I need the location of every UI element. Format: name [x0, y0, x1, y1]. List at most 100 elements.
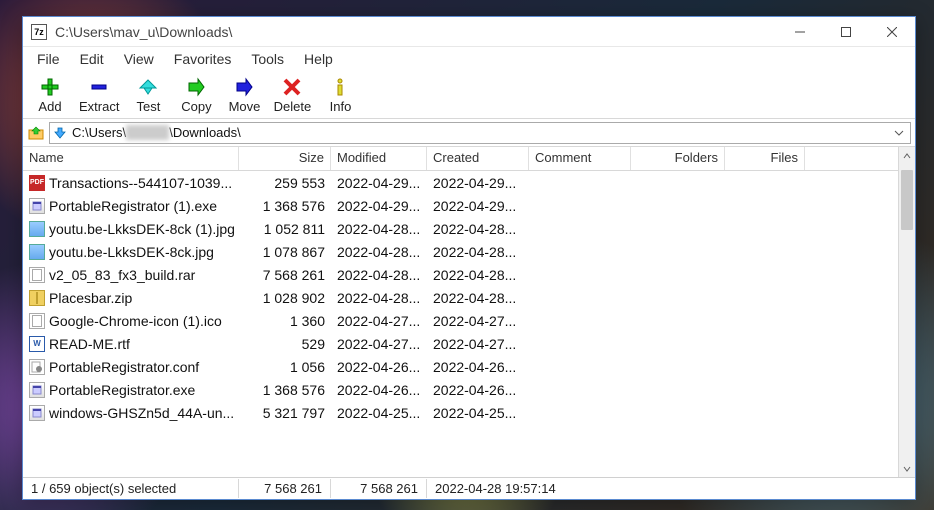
app-window: 7z C:\Users\mav_u\Downloads\ File Edit V… [22, 16, 916, 500]
cell-size: 1 368 576 [239, 196, 331, 216]
cell-folders [631, 365, 725, 369]
scroll-thumb[interactable] [901, 170, 913, 230]
address-dropdown[interactable] [890, 128, 908, 138]
cell-size: 5 321 797 [239, 403, 331, 423]
cell-comment [529, 319, 631, 323]
menu-view[interactable]: View [114, 49, 164, 69]
extract-button[interactable]: Extract [75, 73, 123, 117]
table-row[interactable]: Placesbar.zip1 028 9022022-04-28...2022-… [23, 286, 898, 309]
address-input[interactable]: C:\Users\mav_u\Downloads\ [49, 122, 911, 144]
extract-label: Extract [79, 99, 119, 114]
table-row[interactable]: WREAD-ME.rtf5292022-04-27...2022-04-27..… [23, 332, 898, 355]
scrollbar[interactable] [898, 147, 915, 477]
col-modified[interactable]: Modified [331, 147, 427, 170]
statusbar: 1 / 659 object(s) selected 7 568 261 7 5… [23, 477, 915, 499]
col-created[interactable]: Created [427, 147, 529, 170]
col-comment[interactable]: Comment [529, 147, 631, 170]
cell-name: Placesbar.zip [23, 288, 239, 308]
test-button[interactable]: Test [125, 73, 171, 117]
copy-icon [185, 76, 207, 98]
up-button[interactable] [27, 124, 45, 142]
chevron-up-icon [903, 152, 911, 160]
add-button[interactable]: Add [27, 73, 73, 117]
maximize-icon [841, 27, 851, 37]
cell-size: 1 360 [239, 311, 331, 331]
image-icon [29, 221, 45, 237]
status-size2: 7 568 261 [331, 479, 427, 498]
cell-created: 2022-04-29... [427, 196, 529, 216]
delete-button[interactable]: Delete [269, 73, 315, 117]
test-icon [137, 76, 159, 98]
cell-created: 2022-04-28... [427, 288, 529, 308]
cell-name: PortableRegistrator.conf [23, 357, 239, 377]
menu-file[interactable]: File [27, 49, 70, 69]
close-button[interactable] [869, 17, 915, 47]
info-button[interactable]: Info [317, 73, 363, 117]
menu-help[interactable]: Help [294, 49, 343, 69]
info-icon [329, 76, 351, 98]
cell-comment [529, 250, 631, 254]
cell-name: PortableRegistrator.exe [23, 380, 239, 400]
table-row[interactable]: PDFTransactions--544107-1039...259 55320… [23, 171, 898, 194]
window-title: C:\Users\mav_u\Downloads\ [55, 24, 777, 40]
col-files[interactable]: Files [725, 147, 805, 170]
col-name[interactable]: Name [23, 147, 239, 170]
zip-icon [29, 290, 45, 306]
status-size1: 7 568 261 [239, 479, 331, 498]
conf-icon [29, 359, 45, 375]
cell-folders [631, 411, 725, 415]
table-row[interactable]: youtu.be-LkksDEK-8ck.jpg1 078 8672022-04… [23, 240, 898, 263]
cell-name: youtu.be-LkksDEK-8ck (1).jpg [23, 219, 239, 239]
cell-size: 1 078 867 [239, 242, 331, 262]
cell-size: 1 052 811 [239, 219, 331, 239]
table-row[interactable]: windows-GHSZn5d_44A-un...5 321 7972022-0… [23, 401, 898, 424]
minimize-button[interactable] [777, 17, 823, 47]
cell-modified: 2022-04-28... [331, 265, 427, 285]
cell-name: WREAD-ME.rtf [23, 334, 239, 354]
table-row[interactable]: PortableRegistrator (1).exe1 368 5762022… [23, 194, 898, 217]
menubar: File Edit View Favorites Tools Help [23, 47, 915, 71]
cell-comment [529, 388, 631, 392]
col-folders[interactable]: Folders [631, 147, 725, 170]
cell-folders [631, 250, 725, 254]
cell-files [725, 204, 805, 208]
cell-modified: 2022-04-26... [331, 357, 427, 377]
cell-comment [529, 204, 631, 208]
table-row[interactable]: PortableRegistrator.conf1 0562022-04-26.… [23, 355, 898, 378]
move-button[interactable]: Move [221, 73, 267, 117]
menu-favorites[interactable]: Favorites [164, 49, 242, 69]
scroll-track[interactable] [899, 164, 915, 460]
address-text: C:\Users\mav_u\Downloads\ [68, 125, 890, 140]
up-folder-icon [28, 125, 44, 141]
table-row[interactable]: Google-Chrome-icon (1).ico1 3602022-04-2… [23, 309, 898, 332]
cell-folders [631, 388, 725, 392]
info-label: Info [330, 99, 352, 114]
delete-label: Delete [274, 99, 312, 114]
status-selection: 1 / 659 object(s) selected [23, 479, 239, 498]
cell-files [725, 227, 805, 231]
table-row[interactable]: v2_05_83_fx3_build.rar7 568 2612022-04-2… [23, 263, 898, 286]
table-row[interactable]: youtu.be-LkksDEK-8ck (1).jpg1 052 811202… [23, 217, 898, 240]
cell-created: 2022-04-26... [427, 357, 529, 377]
scroll-down[interactable] [899, 460, 915, 477]
close-icon [887, 27, 897, 37]
copy-button[interactable]: Copy [173, 73, 219, 117]
list-pane: Name Size Modified Created Comment Folde… [23, 147, 915, 477]
cell-created: 2022-04-27... [427, 334, 529, 354]
menu-tools[interactable]: Tools [241, 49, 294, 69]
cell-files [725, 342, 805, 346]
col-size[interactable]: Size [239, 147, 331, 170]
cell-files [725, 388, 805, 392]
window-controls [777, 17, 915, 47]
cell-files [725, 273, 805, 277]
cell-folders [631, 319, 725, 323]
cell-created: 2022-04-26... [427, 380, 529, 400]
menu-edit[interactable]: Edit [70, 49, 114, 69]
cell-files [725, 411, 805, 415]
scroll-up[interactable] [899, 147, 915, 164]
cell-folders [631, 296, 725, 300]
list-body[interactable]: PDFTransactions--544107-1039...259 55320… [23, 171, 898, 424]
cell-files [725, 319, 805, 323]
maximize-button[interactable] [823, 17, 869, 47]
table-row[interactable]: PortableRegistrator.exe1 368 5762022-04-… [23, 378, 898, 401]
